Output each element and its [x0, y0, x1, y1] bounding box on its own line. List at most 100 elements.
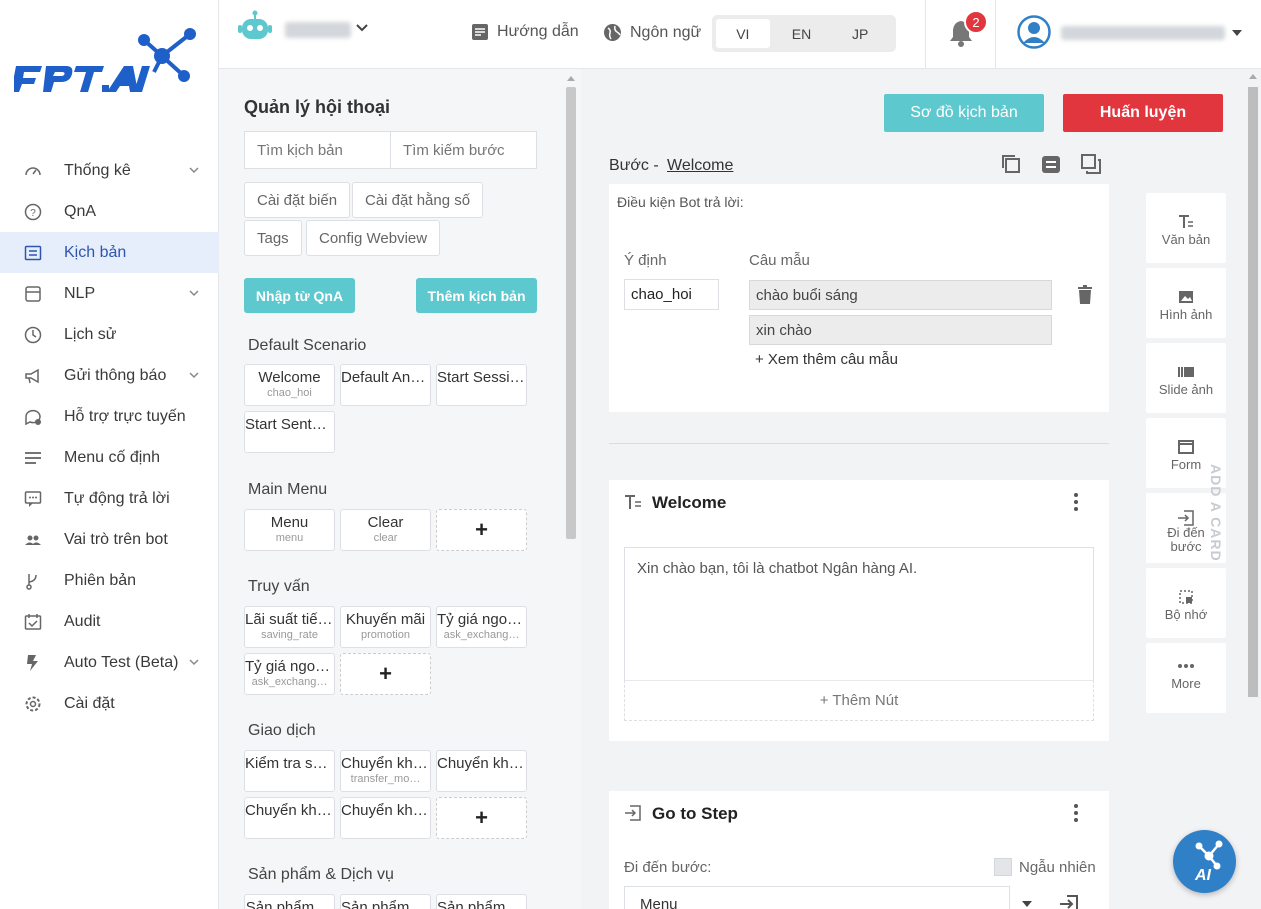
sidebar-item-audit[interactable]: Audit: [0, 601, 219, 642]
enter-step-icon[interactable]: [1059, 894, 1079, 909]
text-icon: [1179, 215, 1193, 228]
scenario-card[interactable]: Clear clear: [340, 509, 431, 551]
sidebar-item-kich-ban[interactable]: Kịch bản: [0, 232, 219, 273]
scenario-card[interactable]: Chuyển kho… transfer_mo…: [340, 750, 431, 792]
scenario-card[interactable]: Sản phẩm …: [244, 894, 335, 909]
add-step-button[interactable]: +: [340, 653, 431, 695]
scenario-card[interactable]: Tỷ giá ngoại… ask_exchang…: [436, 606, 527, 648]
scenario-card[interactable]: Lãi suất tiết… saving_rate: [244, 606, 335, 648]
sidebar-item-qna[interactable]: ? QnA: [0, 191, 219, 232]
caret-down-icon[interactable]: [1232, 30, 1242, 36]
config-webview-button[interactable]: Config Webview: [306, 220, 441, 256]
lang-vi-button[interactable]: VI: [716, 19, 770, 48]
scenario-card[interactable]: Start Session: [436, 364, 527, 406]
train-button[interactable]: Huấn luyện: [1063, 94, 1223, 132]
scroll-up-icon[interactable]: [1247, 71, 1259, 81]
goto-step-select[interactable]: Menu: [624, 886, 1010, 909]
main-scrollbar[interactable]: [1244, 69, 1261, 909]
scenario-card[interactable]: Sản phẩm -…: [340, 894, 431, 909]
card-intent: ask_exchang…: [443, 629, 520, 641]
import-qna-button[interactable]: Nhập từ QnA: [244, 278, 355, 313]
variable-settings-button[interactable]: Cài đặt biến: [244, 182, 351, 218]
scenario-card[interactable]: Chuyển kho…: [244, 797, 335, 839]
caret-down-icon[interactable]: [1022, 901, 1032, 907]
panel-scroll-thumb[interactable]: [566, 87, 576, 539]
sidebar-item-cai-dat[interactable]: Cài đặt: [0, 683, 219, 724]
add-button-link[interactable]: + Thêm Nút: [624, 680, 1094, 721]
chevron-down-icon: [189, 290, 199, 297]
palette-more[interactable]: More: [1146, 643, 1226, 713]
bot-icon[interactable]: [238, 10, 272, 42]
scenario-card[interactable]: Khuyến mãi promotion: [340, 606, 431, 648]
guide-label: Hướng dẫn: [497, 23, 579, 40]
palette-image[interactable]: Hình ảnh: [1146, 268, 1226, 338]
scenario-card[interactable]: Menu menu: [244, 509, 335, 551]
card-name: Start Session: [437, 369, 526, 386]
sidebar-item-nlp[interactable]: NLP: [0, 273, 219, 314]
sidebar-item-lich-su[interactable]: Lịch sử: [0, 314, 219, 355]
more-vertical-icon[interactable]: [1073, 803, 1079, 823]
palette-label: Văn bản: [1161, 232, 1211, 247]
sample-sentence[interactable]: chào buổi sáng: [749, 280, 1052, 310]
add-scenario-button[interactable]: Thêm kịch bản: [416, 278, 537, 313]
random-checkbox[interactable]: [994, 858, 1012, 876]
bot-name-redacted[interactable]: [285, 22, 351, 38]
account-email-redacted[interactable]: [1061, 26, 1225, 40]
add-step-button[interactable]: +: [436, 509, 527, 551]
trash-icon[interactable]: [1077, 285, 1093, 304]
scenario-card[interactable]: Welcome chao_hoi: [244, 364, 335, 406]
message-textarea[interactable]: Xin chào bạn, tôi là chatbot Ngân hàng A…: [624, 547, 1094, 681]
sidebar-item-tu-dong-tra-loi[interactable]: Tự động trả lời: [0, 478, 219, 519]
show-more-samples-link[interactable]: + Xem thêm câu mẫu: [755, 351, 898, 368]
main-scroll-thumb[interactable]: [1248, 87, 1258, 697]
avatar[interactable]: [1017, 15, 1051, 49]
add-step-button[interactable]: +: [436, 797, 527, 839]
intent-field[interactable]: chao_hoi: [624, 279, 719, 310]
guide-link[interactable]: Hướng dẫn: [471, 23, 579, 41]
sidebar-item-thong-ke[interactable]: Thống kê: [0, 150, 219, 191]
copy-icon[interactable]: [1000, 153, 1022, 175]
sidebar-item-phien-ban[interactable]: Phiên bản: [0, 560, 219, 601]
palette-memory[interactable]: Bộ nhớ: [1146, 568, 1226, 638]
chevron-down-icon[interactable]: [355, 22, 369, 34]
gallery-icon: [1178, 367, 1194, 377]
palette-gallery[interactable]: Slide ảnh: [1146, 343, 1226, 413]
scenario-card[interactable]: Kiểm tra số …: [244, 750, 335, 792]
search-step-input[interactable]: [390, 131, 537, 169]
panel-scrollbar[interactable]: [564, 73, 576, 909]
scroll-up-icon[interactable]: [565, 73, 577, 83]
scenario-card[interactable]: Chuyển kho…: [340, 797, 431, 839]
scenario-card[interactable]: Chuyển kho…: [436, 750, 527, 792]
branch-icon: [26, 574, 37, 590]
lang-en-button[interactable]: EN: [775, 19, 829, 48]
fpt-ai-chat-button[interactable]: AI: [1173, 830, 1236, 893]
scenario-card[interactable]: Sản phẩm -…: [436, 894, 527, 909]
collapse-icon[interactable]: [1040, 153, 1062, 175]
scenario-card[interactable]: Tỷ giá ngoại… ask_exchang…: [244, 653, 335, 695]
card-intent: chao_hoi: [267, 387, 312, 399]
sidebar-item-vai-tro[interactable]: Vai trò trên bot: [0, 519, 219, 560]
sidebar-item-menu-co-dinh[interactable]: Menu cố định: [0, 437, 219, 478]
sidebar-item-ho-tro[interactable]: Hỗ trợ trực tuyến: [0, 396, 219, 437]
lang-jp-button[interactable]: JP: [833, 19, 887, 48]
sample-sentence[interactable]: xin chào: [749, 315, 1052, 345]
language-label[interactable]: Ngôn ngữ: [603, 23, 701, 42]
scenario-diagram-button[interactable]: Sơ đồ kịch bản: [884, 94, 1044, 132]
scenario-card[interactable]: Default Ans…: [340, 364, 431, 406]
group-title: Default Scenario: [248, 337, 367, 354]
constant-settings-button[interactable]: Cài đặt hằng số: [352, 182, 484, 218]
more-vertical-icon[interactable]: [1073, 492, 1079, 512]
step-name-link[interactable]: Welcome: [667, 157, 733, 175]
palette-text[interactable]: Văn bản: [1146, 193, 1226, 263]
sample-header: Câu mẫu: [749, 252, 810, 269]
fpt-ai-logo[interactable]: [14, 26, 204, 98]
scenario-card[interactable]: Start Sente…: [244, 411, 335, 453]
sidebar-item-gui-thong-bao[interactable]: Gửi thông báo: [0, 355, 219, 396]
card-intent: ask_exchang…: [251, 676, 328, 688]
sidebar-item-auto-test[interactable]: Auto Test (Beta): [0, 642, 219, 683]
search-scenario-input[interactable]: [244, 131, 391, 169]
random-label: Ngẫu nhiên: [1019, 859, 1096, 876]
image-icon: [1179, 291, 1193, 303]
tags-button[interactable]: Tags: [244, 220, 302, 256]
expand-icon[interactable]: [1080, 153, 1102, 175]
